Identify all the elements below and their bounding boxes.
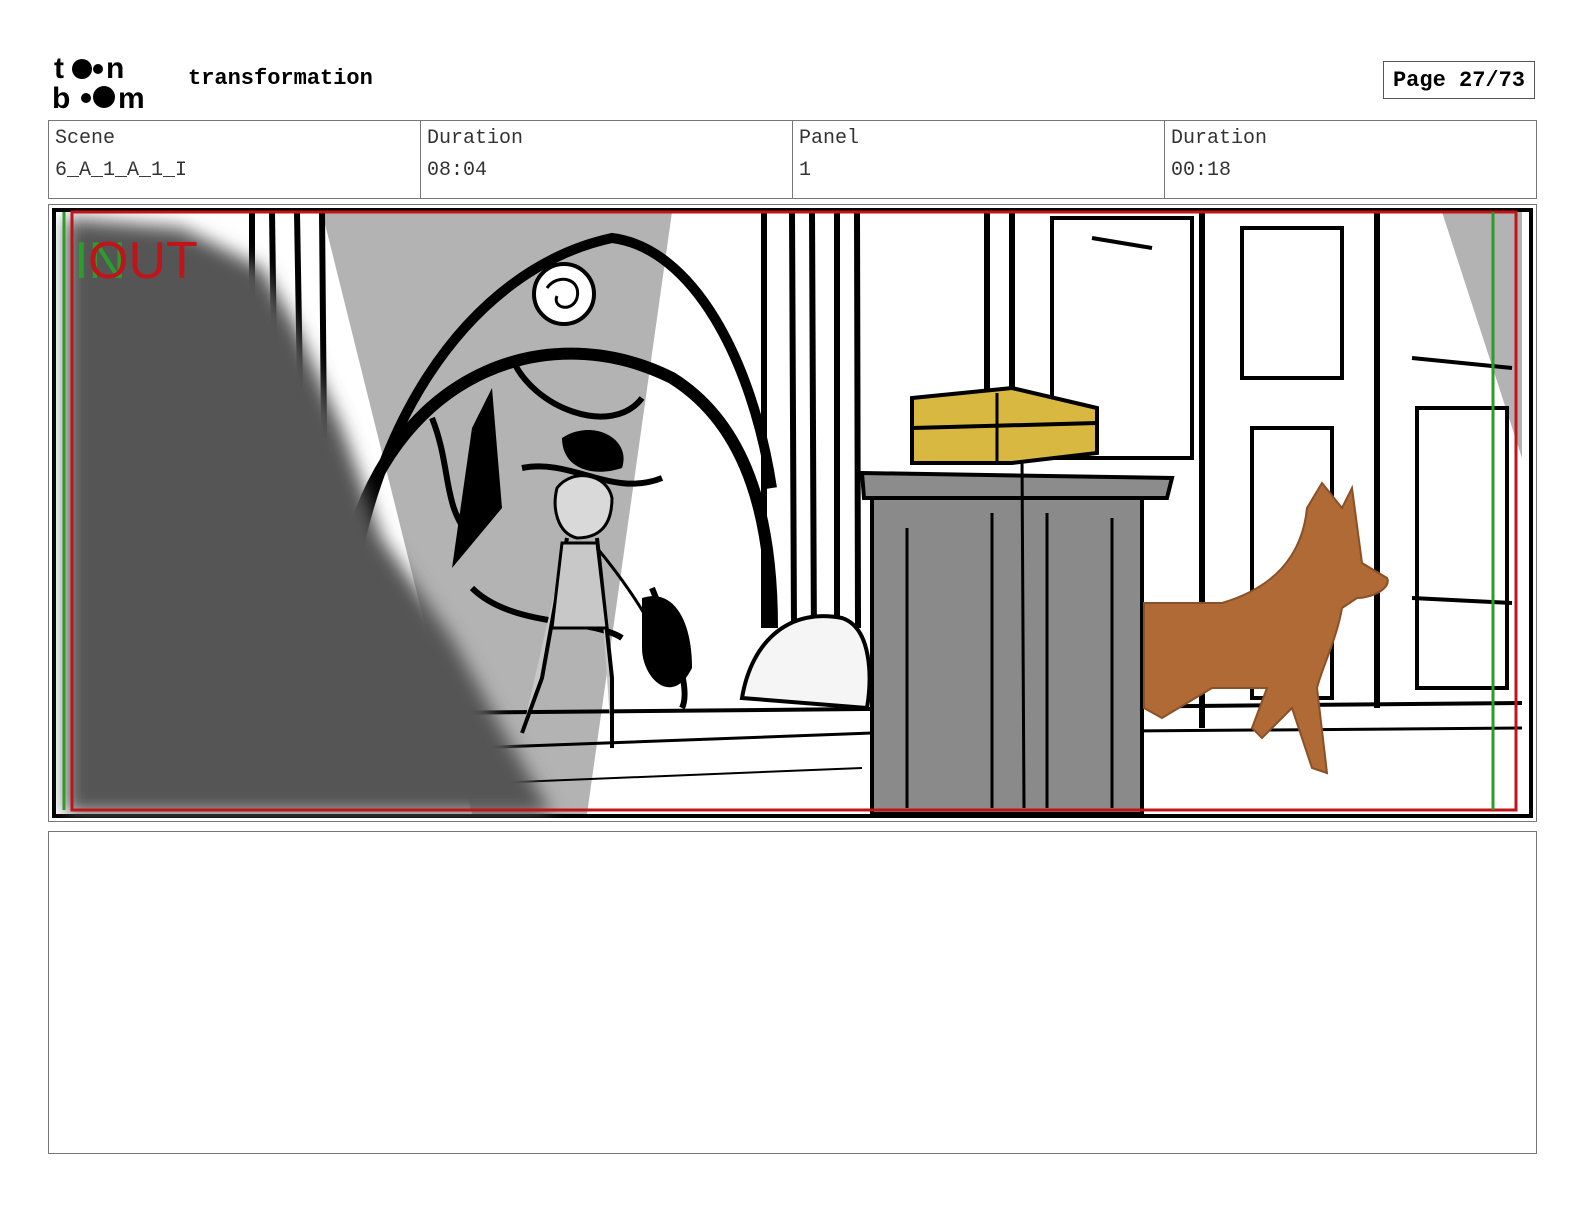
scene-cell: Scene 6_A_1_A_1_I (49, 121, 421, 198)
panel-value: 1 (799, 159, 812, 182)
svg-text:n: n (106, 52, 124, 85)
storyboard-panel-image: IN OUT (52, 208, 1533, 818)
page-indicator: Page 27/73 (1383, 61, 1535, 99)
panel-duration-label: Duration (1171, 127, 1268, 150)
scene-duration-value: 08:04 (427, 159, 488, 182)
project-title: transformation (188, 66, 373, 91)
panel-cell: Panel 1 (793, 121, 1165, 198)
svg-text:b: b (52, 82, 70, 110)
panel-duration-value: 00:18 (1171, 159, 1232, 182)
panel-duration-cell: Duration 00:18 (1165, 121, 1536, 198)
svg-text:m: m (118, 82, 145, 110)
scene-label: Scene (55, 127, 116, 150)
out-marker: OUT (88, 232, 198, 290)
svg-text:t: t (54, 52, 64, 85)
scene-duration-label: Duration (427, 127, 524, 150)
toonboom-logo: t n b m (52, 52, 145, 110)
panel-info-row: Scene 6_A_1_A_1_I Duration 08:04 Panel 1… (48, 120, 1537, 199)
scene-value: 6_A_1_A_1_I (55, 159, 188, 182)
scene-duration-cell: Duration 08:04 (421, 121, 793, 198)
panel-label: Panel (799, 127, 860, 150)
panel-notes-box[interactable] (48, 831, 1537, 1154)
